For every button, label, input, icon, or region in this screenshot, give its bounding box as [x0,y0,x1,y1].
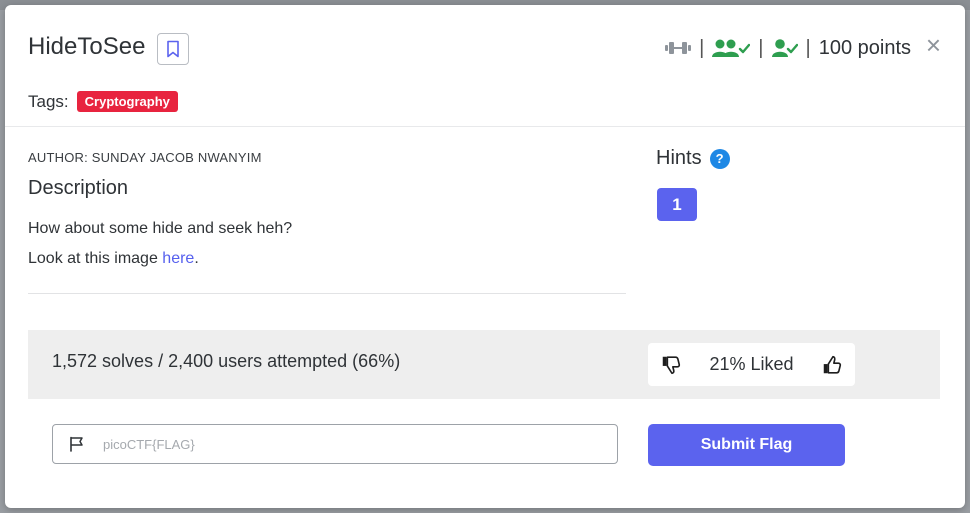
meta-separator: | [805,36,811,59]
users-check-icon [712,39,751,57]
tags-row: Tags: Cryptography [28,91,178,112]
flag-field[interactable] [52,424,618,464]
challenge-meta: | | | 100 points [665,36,911,60]
header-divider [5,126,965,127]
solves-stats: 1,572 solves / 2,400 users attempted (66… [52,351,401,371]
meta-separator: | [758,36,764,59]
tag-cryptography[interactable]: Cryptography [76,91,178,112]
tags-label: Tags: [28,91,69,111]
image-link[interactable]: here [162,250,194,267]
description-link-suffix: . [194,250,199,267]
thumbs-down-icon[interactable] [660,354,682,376]
flag-icon [69,436,85,452]
description-text-link-line: Look at this image here. [28,250,199,268]
submit-flag-button[interactable]: Submit Flag [648,424,845,466]
dumbbell-icon [665,42,692,54]
help-circle-icon[interactable]: ? [709,148,730,169]
close-icon[interactable]: × [926,32,941,58]
description-link-prefix: Look at this image [28,250,163,267]
thumbs-up-icon[interactable] [821,354,843,376]
author-label: AUTHOR: SUNDAY JACOB NWANYIM [28,150,262,165]
description-heading: Description [28,177,129,199]
liked-percentage: 21% Liked [709,354,794,374]
challenge-modal: HideToSee | | | 100 points × Tags: Crypt… [5,5,965,508]
challenge-title: HideToSee [28,33,146,60]
bookmark-icon [167,40,179,58]
stats-bar: 1,572 solves / 2,400 users attempted (66… [28,330,940,399]
description-text: How about some hide and seek heh? [28,220,293,237]
points-label: 100 points [818,36,911,59]
bookmark-button[interactable] [157,33,189,65]
like-widget: 21% Liked [648,343,855,386]
flag-input[interactable] [101,435,617,453]
hints-heading: Hints ? [656,147,730,170]
hint-button-1[interactable]: 1 [657,188,697,221]
description-divider [28,293,626,294]
user-check-icon [771,39,798,57]
hints-label: Hints [656,147,702,169]
meta-separator: | [699,36,705,59]
